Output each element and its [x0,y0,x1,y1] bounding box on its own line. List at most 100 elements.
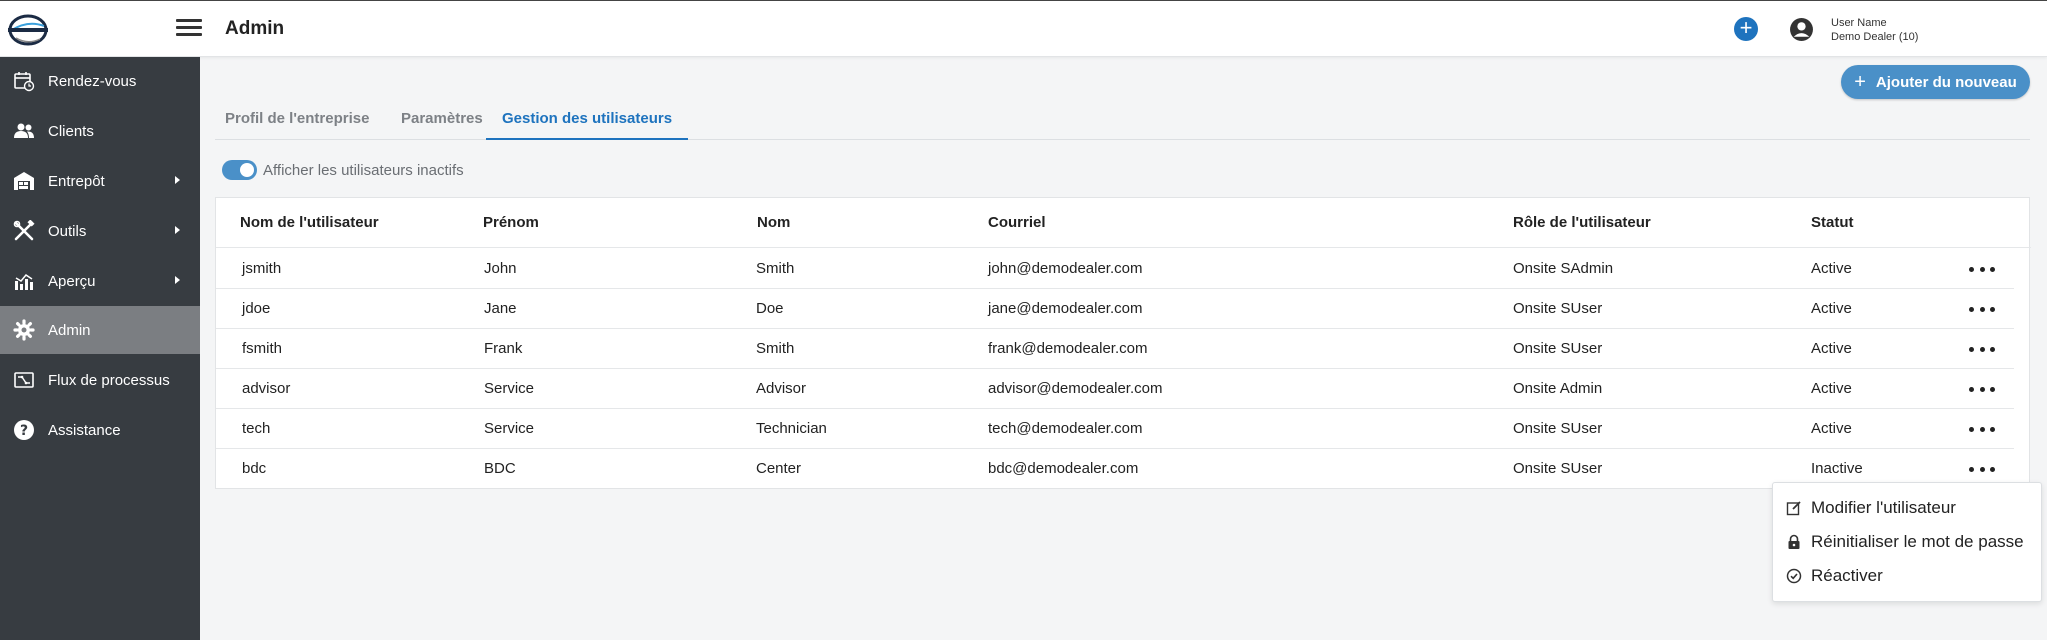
add-new-label: Ajouter du nouveau [1875,73,2017,91]
cell-email: bdc@demodealer.com [988,460,1139,477]
gear-icon [12,318,36,342]
column-header-email[interactable]: Courriel [988,214,1046,231]
cell-email: frank@demodealer.com [988,340,1148,357]
user-info[interactable]: User Name Demo Dealer (10) [1831,16,1918,44]
menu-item-reactivate[interactable]: Réactiver [1773,559,2041,593]
quick-add-icon[interactable]: + [1734,17,1758,41]
sidebar-item-label: Assistance [48,421,121,439]
users-table: Nom de l'utilisateur Prénom Nom Courriel… [215,197,2031,489]
cell-first-name: BDC [484,460,516,477]
sidebar-item-assistance[interactable]: ? Assistance [0,406,200,454]
cell-last-name: Center [756,460,802,477]
cell-username: advisor [242,380,291,397]
cell-status: Active [1811,260,1852,277]
lock-icon [1785,533,1803,551]
cell-email: tech@demodealer.com [988,420,1143,437]
cell-status: Active [1811,420,1852,437]
column-header-first-name[interactable]: Prénom [483,214,539,231]
column-header-role[interactable]: Rôle de l'utilisateur [1513,214,1651,231]
column-header-username[interactable]: Nom de l'utilisateur [240,214,379,231]
menu-item-label: Réactiver [1811,566,1883,585]
calendar-clock-icon [12,69,36,93]
sidebar-item-apercu[interactable]: Aperçu [0,257,200,305]
cell-status: Active [1811,300,1852,317]
plus-icon: + [1854,71,1866,93]
user-name: User Name [1831,17,1887,29]
sidebar-item-admin[interactable]: Admin [0,306,200,354]
column-header-last-name[interactable]: Nom [757,214,790,231]
sidebar-item-label: Outils [48,222,87,240]
cell-role: Onsite SUser [1513,460,1603,477]
cell-last-name: Smith [756,340,795,357]
menu-item-label: Modifier l'utilisateur [1811,498,1956,517]
cell-last-name: Advisor [756,380,807,397]
cell-email: advisor@demodealer.com [988,380,1163,397]
row-actions-icon[interactable] [1969,461,1995,477]
cell-email: jane@demodealer.com [988,300,1143,317]
menu-item-label: Réinitialiser le mot de passe [1811,532,2024,551]
cell-username: fsmith [242,340,283,357]
cell-role: Onsite SUser [1513,420,1603,437]
tab-gestion-utilisateurs[interactable]: Gestion des utilisateurs [486,110,689,140]
add-new-button[interactable]: + Ajouter du nouveau [1841,65,2030,99]
show-inactive-toggle[interactable] [222,160,257,180]
row-context-menu: Modifier l'utilisateur Réinitialiser le … [1772,482,2042,602]
cell-first-name: Service [484,420,535,437]
sidebar-item-outils[interactable]: Outils [0,207,200,255]
cell-username: bdc [242,460,267,477]
chevron-right-icon [175,226,180,234]
table-row[interactable]: jsmith John Smith john@demodealer.com On… [216,249,2014,289]
row-actions-icon[interactable] [1969,341,1995,357]
cell-last-name: Doe [756,300,784,317]
sidebar-item-rendez-vous[interactable]: Rendez-vous [0,57,200,105]
tools-icon [12,219,36,243]
users-icon [12,119,36,143]
table-row[interactable]: advisor Service Advisor advisor@demodeal… [216,369,2014,409]
svg-text:?: ? [20,423,28,439]
tab-profil-entreprise[interactable]: Profil de l'entreprise [225,110,369,140]
row-actions-icon[interactable] [1969,421,1995,437]
table-row[interactable]: tech Service Technician tech@demodealer.… [216,409,2014,449]
cell-first-name: Service [484,380,535,397]
sidebar-item-label: Flux de processus [48,371,170,389]
sidebar-item-label: Aperçu [48,272,96,290]
cell-last-name: Smith [756,260,795,277]
cell-status: Active [1811,380,1852,397]
menu-toggle-icon[interactable] [176,19,202,41]
row-actions-icon[interactable] [1969,261,1995,277]
workflow-icon [12,368,36,392]
chart-icon [12,269,36,293]
row-actions-icon[interactable] [1969,301,1995,317]
cell-role: Onsite SUser [1513,340,1603,357]
sidebar-item-flux-de-processus[interactable]: Flux de processus [0,356,200,404]
menu-item-reset-password[interactable]: Réinitialiser le mot de passe [1773,525,2041,559]
cell-role: Onsite SAdmin [1513,260,1614,277]
tab-bar: Profil de l'entreprise Paramètres Gestio… [215,100,2030,140]
cell-email: john@demodealer.com [988,260,1143,277]
sidebar-item-label: Entrepôt [48,172,105,190]
user-avatar-icon[interactable] [1789,17,1814,42]
table-row[interactable]: fsmith Frank Smith frank@demodealer.com … [216,329,2014,369]
table-header: Nom de l'utilisateur Prénom Nom Courriel… [216,198,2031,248]
sidebar-item-label: Rendez-vous [48,72,137,90]
check-circle-icon [1785,567,1803,585]
page-title: Admin [225,18,285,39]
table-row[interactable]: jdoe Jane Doe jane@demodealer.com Onsite… [216,289,2014,329]
cell-username: tech [242,420,271,437]
tab-parametres[interactable]: Paramètres [401,110,483,140]
row-actions-icon[interactable] [1969,381,1995,397]
sidebar-item-clients[interactable]: Clients [0,107,200,155]
cell-username: jsmith [242,260,282,277]
top-header: Admin + User Name Demo Dealer (10) [0,0,2047,57]
user-dealer: Demo Dealer (10) [1831,31,1919,43]
menu-item-edit-user[interactable]: Modifier l'utilisateur [1773,491,2041,525]
column-header-status[interactable]: Statut [1811,214,1854,231]
cell-role: Onsite SUser [1513,300,1603,317]
sidebar-item-entrepot[interactable]: Entrepôt [0,157,200,205]
chevron-right-icon [175,176,180,184]
cell-first-name: John [484,260,517,277]
show-inactive-toggle-row: Afficher les utilisateurs inactifs [222,160,464,180]
help-icon: ? [12,418,36,442]
table-row[interactable]: bdc BDC Center bdc@demodealer.com Onsite… [216,449,2014,489]
warehouse-icon [12,169,36,193]
